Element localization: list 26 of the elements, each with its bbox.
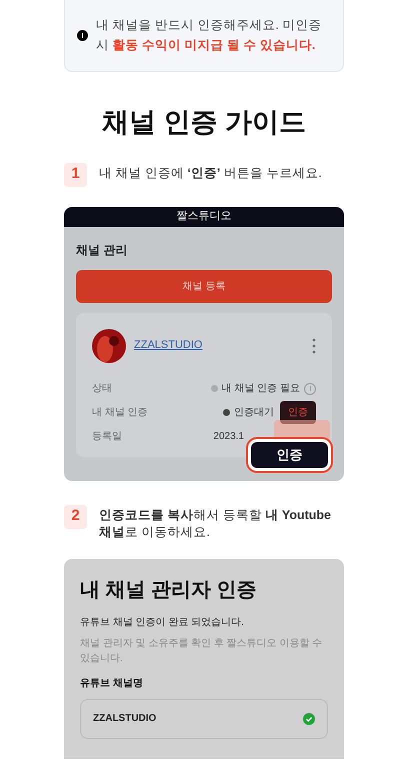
verify-button[interactable]: 인증 xyxy=(251,442,328,468)
dialog-message: 유튜브 채널 인증이 완료 되었습니다. xyxy=(80,616,245,630)
info-icon xyxy=(77,30,88,40)
channel-link[interactable]: ZZALSTUDIO xyxy=(134,337,202,354)
notice-text: 내 채널을 반드시 인증해주세요. 미인증 시 활동 수익이 미지급 될 수 있습니다. xyxy=(96,17,322,54)
step-text: 인증코드를 복사해서 등록할 내 Youtube 채널로 이동하세요. xyxy=(99,506,332,540)
status-value: 내 채널 인증 필요 xyxy=(222,382,300,396)
step-text: 내 채널 인증에 ‘인증’ 버튼을 누르세요. xyxy=(99,164,322,182)
step-number: 1 xyxy=(64,162,87,186)
app-title: 짤스튜디오 xyxy=(176,209,232,224)
info-icon xyxy=(304,382,316,394)
pending-value: 인증대기 xyxy=(234,406,274,420)
row-label: 상태 xyxy=(92,382,112,396)
field-label: 유튜브 채널명 xyxy=(80,676,144,690)
date-value: 2023.1 xyxy=(213,430,244,444)
channel-name-field[interactable]: ZZALSTUDIO xyxy=(80,698,328,738)
section-heading: 채널 관리 xyxy=(76,242,128,258)
dialog-title: 내 채널 관리자 인증 xyxy=(80,578,258,602)
row-label: 등록일 xyxy=(92,430,122,444)
verify-button[interactable]: 인증 xyxy=(280,401,316,424)
page-title: 채널 인증 가이드 xyxy=(100,106,307,139)
row-label: 내 채널 인증 xyxy=(92,406,148,420)
more-icon[interactable] xyxy=(312,338,316,354)
dialog-note: 채널 관리자 및 소유주를 확인 후 짤스튜디오 이용할 수 있습니다. xyxy=(80,636,324,666)
register-button[interactable]: 채널 등록 xyxy=(76,270,332,302)
step-number: 2 xyxy=(64,504,87,528)
